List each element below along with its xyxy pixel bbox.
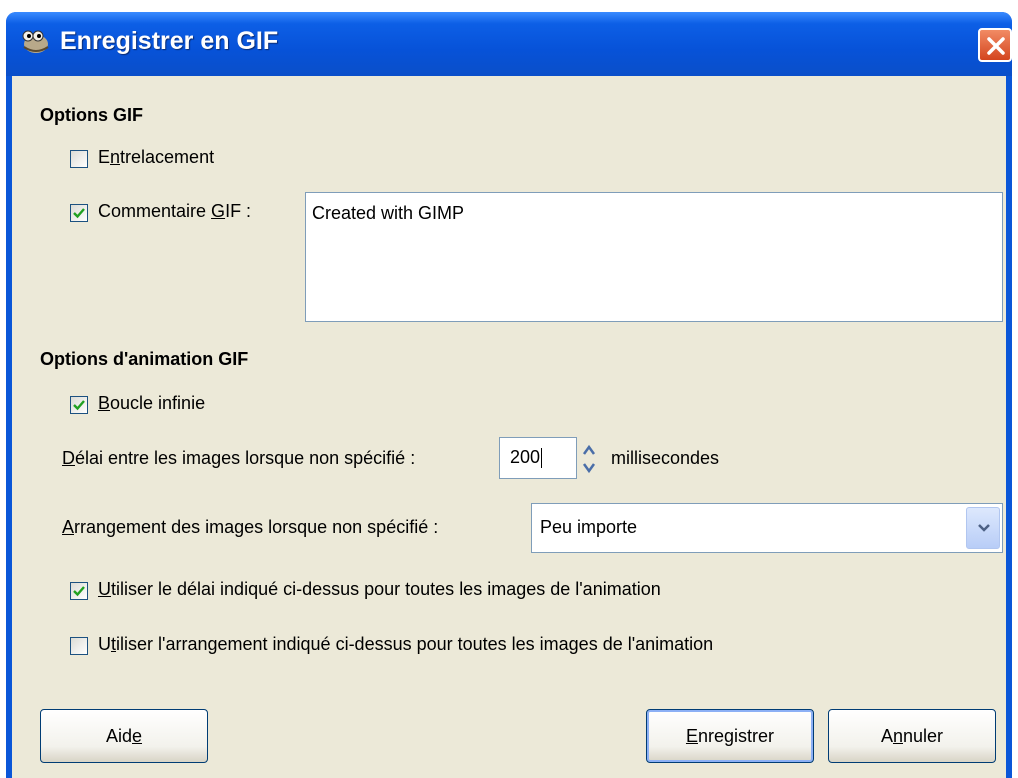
window-title: Enregistrer en GIF [60,27,279,55]
chevron-down-icon [978,524,990,532]
delay-input[interactable]: 200 [499,437,577,479]
interlace-label[interactable]: Entrelacement [98,147,214,168]
checkbox-check-icon [73,400,85,411]
disposal-select-value: Peu importe [540,517,638,537]
cancel-button[interactable]: Annuler [828,709,996,763]
comment-checkbox[interactable] [70,204,88,222]
gif-comment-textarea[interactable]: Created with GIMP [305,192,1003,322]
checkbox-check-icon [73,208,85,219]
title-bar[interactable]: Enregistrer en GIF [6,12,1012,76]
dialog-body: Options GIF Entrelacement Commentaire GI… [12,76,1006,778]
gimp-icon [20,29,50,55]
section-title-gif-options: Options GIF [40,105,143,125]
use-delay-checkbox[interactable] [70,582,88,600]
use-disposal-label[interactable]: Utiliser l'arrangement indiqué ci-dessus… [98,634,713,655]
use-disposal-checkbox[interactable] [70,637,88,655]
disposal-dropdown-button[interactable] [966,507,1000,549]
loop-checkbox[interactable] [70,396,88,414]
checkbox-check-icon [73,586,85,597]
close-icon [987,37,1005,55]
spin-arrows-icon[interactable] [580,442,598,476]
delay-unit-label: millisecondes [611,448,720,468]
comment-label[interactable]: Commentaire GIF : [98,201,251,222]
loop-label[interactable]: Boucle infinie [98,393,205,414]
help-button[interactable]: Aide [40,709,208,763]
dialog-window: Enregistrer en GIF Options GIF Entrelace… [6,12,1012,778]
interlace-checkbox[interactable] [70,150,88,168]
use-delay-label[interactable]: Utiliser le délai indiqué ci-dessus pour… [98,579,661,600]
section-title-animation-options: Options d'animation GIF [40,349,249,369]
save-button[interactable]: Enregistrer [646,709,814,763]
delay-label: Délai entre les images lorsque non spéci… [62,448,416,468]
disposal-select[interactable]: Peu importe [531,503,1003,553]
disposal-label: Arrangement des images lorsque non spéci… [62,517,439,537]
close-button[interactable] [978,28,1012,62]
